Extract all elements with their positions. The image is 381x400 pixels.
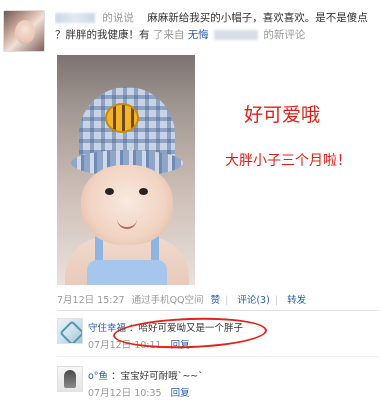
post-time: 7月12日 15:27 xyxy=(57,295,125,306)
post-meta: 7月12日 15:27 通过手机QQ空间 赞 | 评论(3) | 转发 xyxy=(57,292,377,306)
said-label: 的说说 xyxy=(102,12,134,24)
post-content-line-1: 麻麻新给我买的小帽子，喜欢喜欢。是不是傻点 xyxy=(147,12,368,24)
comment-author[interactable]: o°鱼 xyxy=(88,371,108,382)
commenter-link[interactable]: 无悔 xyxy=(188,29,209,41)
author-avatar[interactable] xyxy=(3,10,45,52)
comment-button[interactable]: 评论(3) xyxy=(237,295,269,306)
post-line-2: ？胖胖的我健康！有 了来自 无悔 的新评论 xyxy=(55,27,375,44)
comment-avatar-2[interactable] xyxy=(57,366,83,392)
comment-time: 07月12日 10:35 xyxy=(88,388,162,399)
divider xyxy=(57,310,379,311)
comment-2: o°鱼 ：宝宝好可耐哦`~~` xyxy=(88,368,203,382)
new-comment-label: 的新评论 xyxy=(263,29,306,41)
baby-face xyxy=(81,165,173,245)
forward-button[interactable]: 转发 xyxy=(287,295,306,306)
comment-content: ：宝宝好可耐哦`~~` xyxy=(111,371,204,382)
caption-cute: 好可爱哦 xyxy=(244,104,321,126)
baby-eye-right xyxy=(139,188,148,195)
author-name-redacted[interactable] xyxy=(55,13,95,23)
qzone-post: 的说说 麻麻新给我买的小帽子，喜欢喜欢。是不是傻点 ？胖胖的我健康！有 了来自 … xyxy=(0,0,381,400)
divider xyxy=(57,356,379,357)
comment-2-meta: 07月12日 10:35 回复 xyxy=(88,385,190,399)
meta-separator: | xyxy=(274,295,279,306)
reply-button[interactable]: 回复 xyxy=(171,388,190,399)
post-text: 的说说 麻麻新给我买的小帽子，喜欢喜欢。是不是傻点 ？胖胖的我健康！有 了来自 … xyxy=(55,10,375,44)
bee-badge xyxy=(105,103,139,133)
post-line-1: 的说说 麻麻新给我买的小帽子，喜欢喜欢。是不是傻点 xyxy=(55,10,375,27)
baby-eye-left xyxy=(105,188,114,195)
comment-avatar-1[interactable] xyxy=(57,318,83,344)
like-button[interactable]: 赞 xyxy=(211,295,221,306)
redacted-link[interactable] xyxy=(214,30,259,40)
meta-separator: | xyxy=(225,295,229,306)
baby-photo[interactable] xyxy=(57,55,195,285)
from-label: 了来自 xyxy=(152,29,185,41)
avatar-face xyxy=(15,20,35,44)
avatar-logo xyxy=(59,320,82,343)
caption-three-months: 大胖小子三个月啦！ xyxy=(225,153,351,169)
avatar-figure xyxy=(64,370,76,388)
baby-vest xyxy=(87,260,167,285)
post-content-line-2: ？胖胖的我健康！有 xyxy=(55,29,150,41)
post-via: 通过手机QQ空间 xyxy=(131,295,204,306)
